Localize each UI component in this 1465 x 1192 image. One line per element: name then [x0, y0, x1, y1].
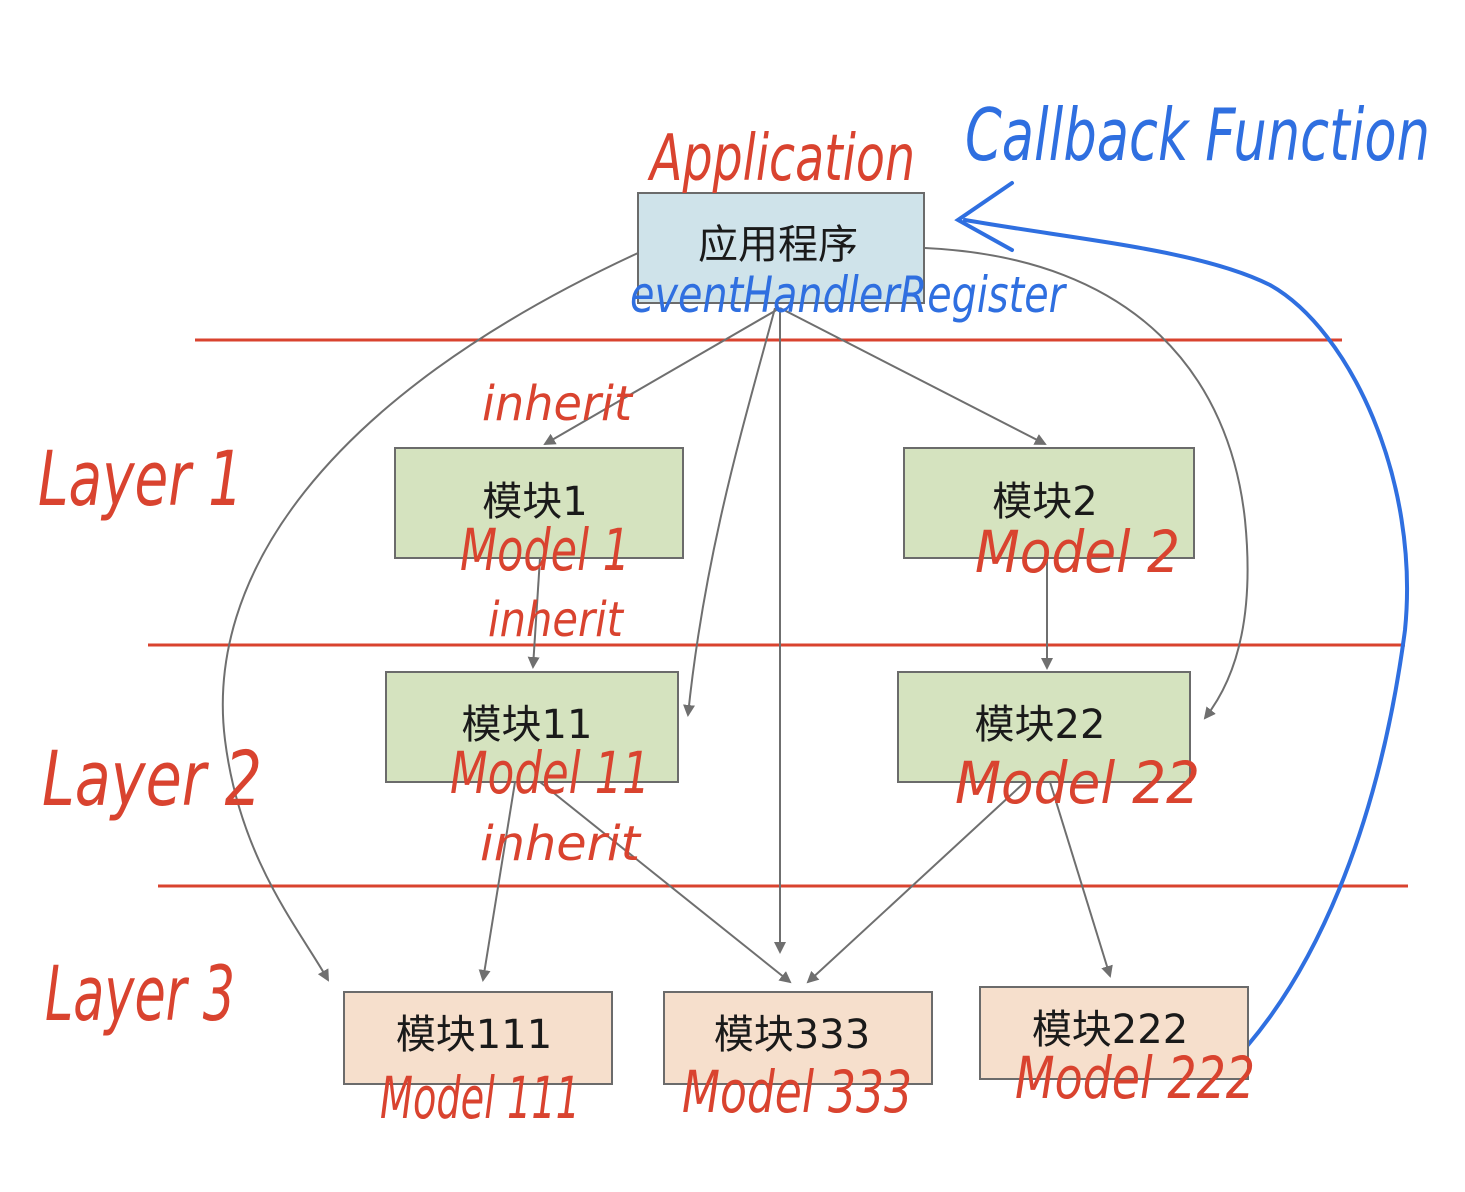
- arrow-m11-to-m333: [539, 781, 792, 984]
- layer1-annotation: Layer 1: [38, 434, 243, 523]
- callback-arrowhead-icon: [954, 181, 1014, 252]
- arrow-app-to-m11: [683, 307, 776, 717]
- application-annotation: Application: [647, 122, 915, 196]
- inherit-annotation-1: inherit: [482, 376, 634, 432]
- event-handler-register-annotation: eventHandlerRegister: [630, 266, 1068, 324]
- layer3-annotation: Layer 3: [45, 949, 235, 1038]
- model333-note: Model 333: [682, 1058, 912, 1126]
- architecture-diagram: 应用程序 模块1 模块2 模块11 模块22 模块111 模块333 模块222…: [38, 93, 1430, 1132]
- callback-curve: [963, 218, 1410, 1047]
- diagram-canvas: 应用程序 模块1 模块2 模块11 模块22 模块111 模块333 模块222…: [0, 0, 1465, 1192]
- model333-label: 模块333: [714, 1012, 870, 1058]
- arrow-m11-to-m111: [478, 781, 516, 982]
- model2-note: Model 2: [975, 518, 1180, 586]
- model22-note: Model 22: [955, 749, 1200, 817]
- layer2-annotation: Layer 2: [42, 734, 262, 823]
- model11-note: Model 11: [450, 739, 650, 807]
- inherit-annotation-2: inherit: [488, 592, 625, 648]
- model1-note: Model 1: [460, 516, 630, 584]
- app-box-label: 应用程序: [698, 222, 858, 268]
- inherit-annotation-3: inherit: [480, 816, 642, 872]
- model111-note: Model 111: [380, 1064, 580, 1132]
- model222-note: Model 222: [1015, 1044, 1255, 1112]
- model22-label: 模块22: [975, 702, 1106, 748]
- model111-label: 模块111: [396, 1012, 552, 1058]
- callback-function-annotation: Callback Function: [965, 93, 1430, 177]
- arrow-app-to-m2: [779, 307, 1047, 445]
